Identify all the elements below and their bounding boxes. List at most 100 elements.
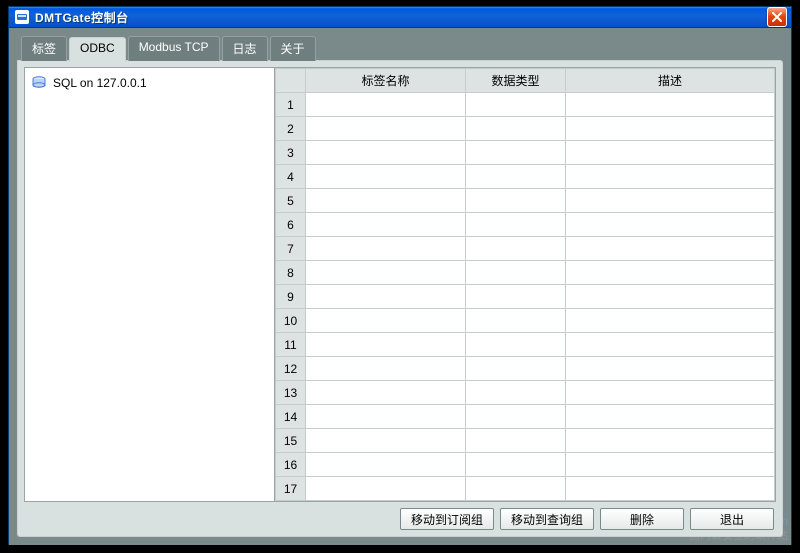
row-header[interactable]: 17 [276,477,306,501]
tab-log[interactable]: 日志 [222,36,268,61]
grid-cell[interactable] [566,429,775,453]
close-button[interactable] [767,7,787,27]
grid-cell[interactable] [566,477,775,501]
table-row[interactable]: 1 [276,93,775,117]
table-row[interactable]: 7 [276,237,775,261]
row-header[interactable]: 5 [276,189,306,213]
row-header[interactable]: 1 [276,93,306,117]
table-row[interactable]: 10 [276,309,775,333]
grid-cell[interactable] [466,429,566,453]
row-header[interactable]: 4 [276,165,306,189]
col-header-data-type[interactable]: 数据类型 [466,69,566,93]
grid-cell[interactable] [306,213,466,237]
grid-cell[interactable] [306,405,466,429]
grid-cell[interactable] [306,165,466,189]
connection-tree[interactable]: SQL on 127.0.0.1 [25,68,275,501]
col-header-description[interactable]: 描述 [566,69,775,93]
table-row[interactable]: 3 [276,141,775,165]
col-header-tag-name[interactable]: 标签名称 [306,69,466,93]
grid-cell[interactable] [566,117,775,141]
grid-cell[interactable] [306,453,466,477]
grid-cell[interactable] [566,333,775,357]
grid-cell[interactable] [566,405,775,429]
grid-cell[interactable] [306,189,466,213]
grid-cell[interactable] [566,141,775,165]
row-header[interactable]: 8 [276,261,306,285]
grid-cell[interactable] [566,165,775,189]
table-row[interactable]: 16 [276,453,775,477]
grid-cell[interactable] [566,285,775,309]
table-row[interactable]: 8 [276,261,775,285]
exit-button[interactable]: 退出 [690,508,774,530]
table-row[interactable]: 15 [276,429,775,453]
row-header[interactable]: 10 [276,309,306,333]
grid-cell[interactable] [306,477,466,501]
grid-cell[interactable] [566,357,775,381]
row-header[interactable]: 14 [276,405,306,429]
grid-cell[interactable] [466,189,566,213]
tag-grid[interactable]: 标签名称 数据类型 描述 1234567891011121314151617 [275,68,775,501]
grid-cell[interactable] [566,93,775,117]
grid-cell[interactable] [466,405,566,429]
grid-cell[interactable] [566,189,775,213]
tab-about[interactable]: 关于 [270,36,316,61]
grid-cell[interactable] [466,141,566,165]
grid-cell[interactable] [466,381,566,405]
row-header[interactable]: 11 [276,333,306,357]
table-row[interactable]: 12 [276,357,775,381]
table-row[interactable]: 13 [276,381,775,405]
grid-cell[interactable] [306,309,466,333]
grid-cell[interactable] [566,237,775,261]
grid-cell[interactable] [466,309,566,333]
grid-cell[interactable] [466,93,566,117]
row-header[interactable]: 3 [276,141,306,165]
delete-button[interactable]: 删除 [600,508,684,530]
row-header[interactable]: 15 [276,429,306,453]
move-to-subscribe-button[interactable]: 移动到订阅组 [400,508,494,530]
grid-cell[interactable] [466,237,566,261]
grid-cell[interactable] [566,261,775,285]
grid-cell[interactable] [306,333,466,357]
table-row[interactable]: 5 [276,189,775,213]
tree-item-sql[interactable]: SQL on 127.0.0.1 [31,74,268,92]
table-row[interactable]: 6 [276,213,775,237]
table-row[interactable]: 9 [276,285,775,309]
row-header[interactable]: 7 [276,237,306,261]
grid-cell[interactable] [566,381,775,405]
table-row[interactable]: 11 [276,333,775,357]
table-row[interactable]: 2 [276,117,775,141]
grid-cell[interactable] [566,213,775,237]
grid-cell[interactable] [566,309,775,333]
grid-corner[interactable] [276,69,306,93]
grid-cell[interactable] [306,237,466,261]
table-row[interactable]: 4 [276,165,775,189]
grid-cell[interactable] [306,285,466,309]
row-header[interactable]: 6 [276,213,306,237]
row-header[interactable]: 2 [276,117,306,141]
grid-cell[interactable] [466,261,566,285]
grid-cell[interactable] [566,453,775,477]
row-header[interactable]: 9 [276,285,306,309]
grid-cell[interactable] [466,453,566,477]
grid-cell[interactable] [466,357,566,381]
grid-cell[interactable] [306,93,466,117]
grid-cell[interactable] [306,357,466,381]
grid-cell[interactable] [466,165,566,189]
tab-odbc[interactable]: ODBC [69,37,126,62]
tag-grid-container[interactable]: 标签名称 数据类型 描述 1234567891011121314151617 [275,68,775,501]
grid-cell[interactable] [306,261,466,285]
table-row[interactable]: 17 [276,477,775,501]
move-to-query-button[interactable]: 移动到查询组 [500,508,594,530]
grid-cell[interactable] [306,381,466,405]
grid-cell[interactable] [306,429,466,453]
grid-cell[interactable] [466,213,566,237]
grid-cell[interactable] [306,141,466,165]
grid-cell[interactable] [466,333,566,357]
row-header[interactable]: 12 [276,357,306,381]
title-bar[interactable]: DMTGate控制台 [9,7,791,28]
tab-tags[interactable]: 标签 [21,36,67,61]
grid-cell[interactable] [466,117,566,141]
grid-cell[interactable] [466,477,566,501]
tab-modbus-tcp[interactable]: Modbus TCP [128,36,220,61]
grid-cell[interactable] [306,117,466,141]
